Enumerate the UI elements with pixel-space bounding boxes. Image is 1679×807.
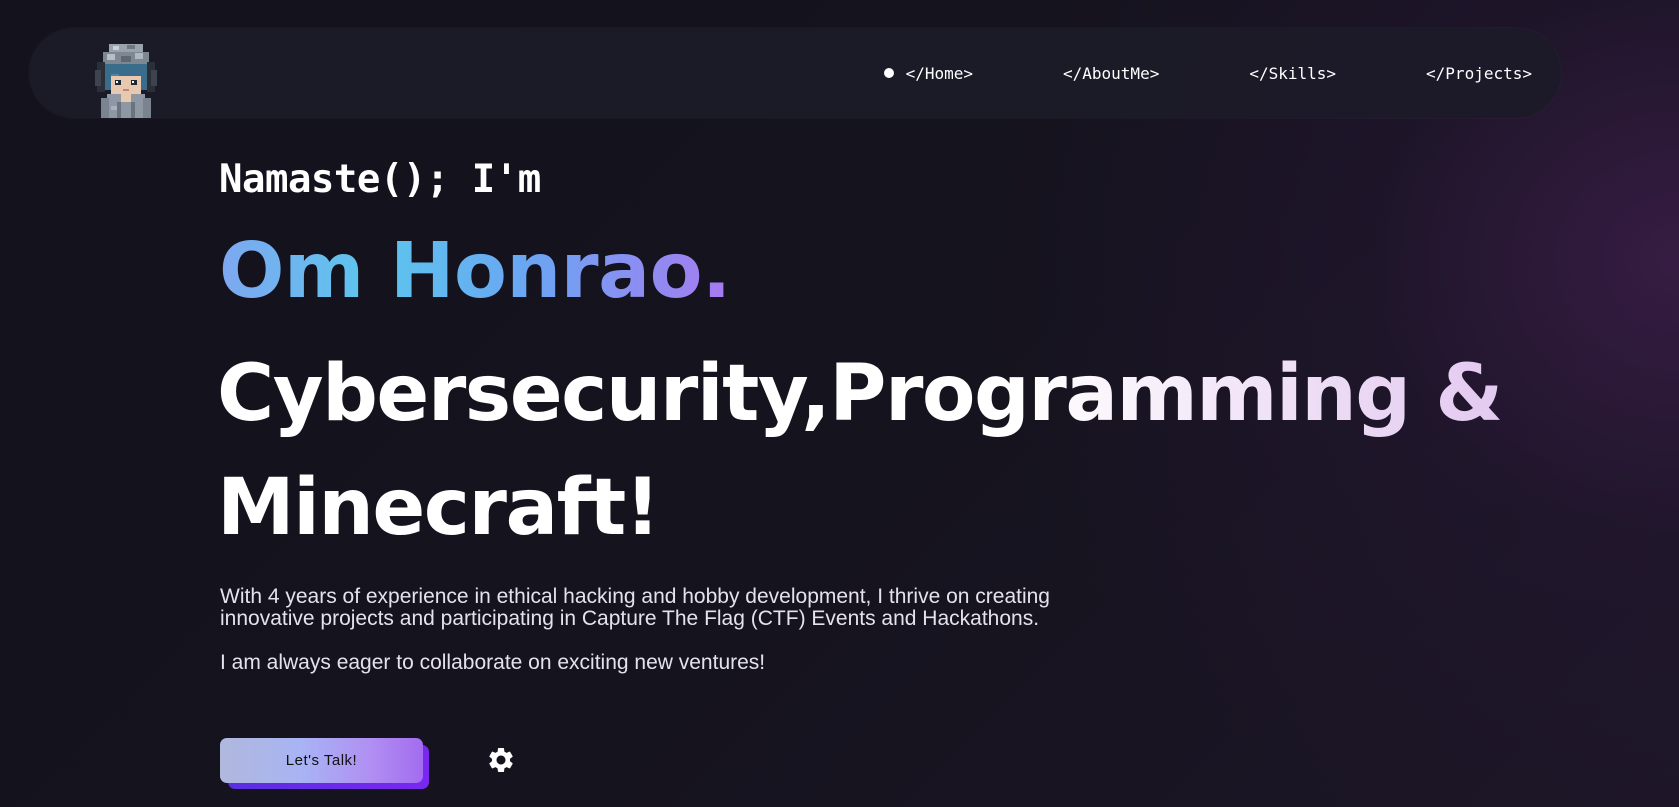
gear-icon[interactable] (486, 745, 516, 775)
cta-container: Let's Talk! (220, 738, 430, 790)
lets-talk-button[interactable]: Let's Talk! (220, 738, 423, 783)
hero-greeting: Namaste(); I'm (219, 157, 541, 202)
active-indicator-dot (883, 68, 894, 78)
nav-link-home[interactable]: </Home> (883, 63, 973, 83)
hero-tagline-line2: Minecraft! (217, 463, 659, 553)
bio-paragraph-collaborate: I am always eager to collaborate on exci… (220, 651, 766, 674)
pixel-avatar-image (95, 44, 157, 118)
nav-link-aboutme-label: </AboutMe> (1063, 63, 1160, 83)
nav-link-skills-label: </Skills> (1249, 63, 1337, 83)
nav-link-projects-label: </Projects> (1426, 63, 1532, 83)
navbar: </Home> </AboutMe> </Skills> </Projects> (29, 28, 1561, 118)
gear-icon-svg (489, 748, 513, 772)
hero-bio: With 4 years of experience in ethical ha… (220, 586, 1120, 674)
hero-name: Om Honrao. (219, 222, 731, 322)
nav-link-home-label: </Home> (905, 63, 973, 83)
hero-tagline-line1: Cybersecurity,Programming & (217, 349, 1502, 439)
nav-links: </Home> </AboutMe> </Skills> </Projects> (883, 28, 1532, 118)
nav-link-aboutme[interactable]: </AboutMe> (1063, 64, 1159, 83)
hero-tagline: Cybersecurity,Programming & Minecraft! (217, 337, 1517, 565)
avatar[interactable] (93, 44, 159, 118)
nav-link-projects[interactable]: </Projects> (1426, 64, 1532, 83)
bio-paragraph-experience: With 4 years of experience in ethical ha… (220, 585, 1050, 630)
nav-link-skills[interactable]: </Skills> (1249, 64, 1336, 83)
